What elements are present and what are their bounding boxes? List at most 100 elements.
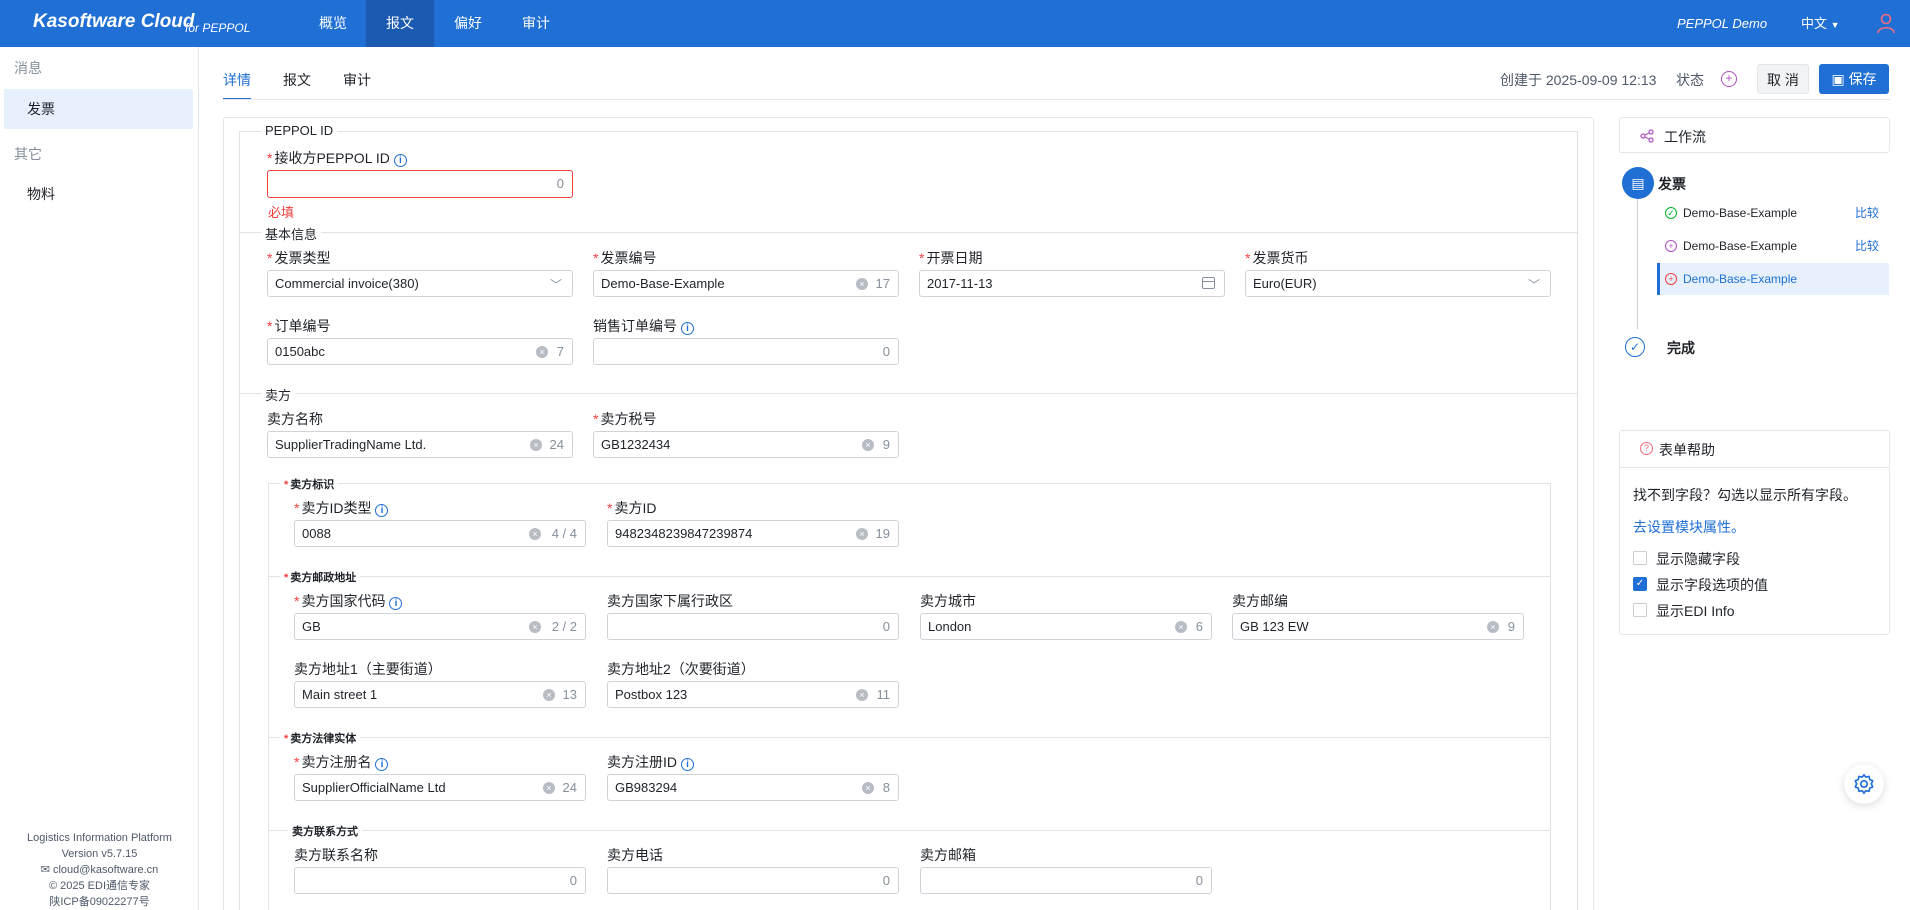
nav-audit[interactable]: 审计 <box>502 0 570 47</box>
seller-id-label: * 卖方ID <box>607 500 657 516</box>
clear-icon[interactable]: × <box>529 528 541 540</box>
city-label: 卖方城市 <box>920 593 976 609</box>
show-edi-info-checkbox[interactable] <box>1633 603 1647 617</box>
addr1-label: 卖方地址1（主要街道） <box>294 661 442 677</box>
reg-name-input[interactable]: SupplierOfficialName Ltd × 24 <box>294 774 586 801</box>
sales-order-no-input[interactable]: 0 <box>593 338 899 365</box>
info-icon[interactable]: i <box>393 154 407 167</box>
tab-details[interactable]: 详情 <box>223 70 251 100</box>
contact-name-label: 卖方联系名称 <box>294 847 378 863</box>
seller-id-input[interactable]: 9482348239847239874 × 19 <box>607 520 899 547</box>
clear-icon[interactable]: × <box>543 689 555 701</box>
subgroup-border <box>268 483 269 910</box>
issue-date-picker[interactable]: 2017-11-13 <box>919 270 1225 297</box>
user-icon[interactable] <box>1876 12 1896 34</box>
order-no-input[interactable]: 0150abc × 7 <box>267 338 573 365</box>
sidebar-group-messages: 消息 <box>14 60 42 76</box>
nav-overview[interactable]: 概览 <box>300 0 366 47</box>
seller-id-type-input[interactable]: 0088 × 4 / 4 <box>294 520 586 547</box>
seller-tax-input[interactable]: GB1232434 × 9 <box>593 431 899 458</box>
clear-icon[interactable]: × <box>856 528 868 540</box>
sidebar-item-invoice[interactable]: 发票 <box>4 89 193 129</box>
form-help-panel: ? 表单帮助 找不到字段？勾选以显示所有字段。 去设置模块属性。 显示隐藏字段 … <box>1619 430 1890 635</box>
info-icon[interactable]: i <box>375 504 389 517</box>
addr2-label: 卖方地址2（次要街道） <box>607 661 755 677</box>
workflow-item[interactable]: ✓ Demo-Base-Example 比较 <box>1657 197 1889 229</box>
tenant-name[interactable]: PEPPOL Demo <box>1677 0 1767 47</box>
info-icon[interactable]: i <box>389 597 403 610</box>
help-divider <box>1620 467 1889 468</box>
country-code-input[interactable]: GB × 2 / 2 <box>294 613 586 640</box>
city-input[interactable]: London × 6 <box>920 613 1212 640</box>
info-icon[interactable]: i <box>375 758 389 771</box>
postcode-label: 卖方邮编 <box>1232 593 1288 609</box>
subgroup-border <box>268 483 1550 484</box>
postcode-input[interactable]: GB 123 EW × 9 <box>1232 613 1524 640</box>
cancel-button[interactable]: 取 消 <box>1757 64 1809 94</box>
addr2-input[interactable]: Postbox 123 × 11 <box>607 681 899 708</box>
module-settings-link[interactable]: 去设置模块属性。 <box>1633 517 1745 537</box>
clear-icon[interactable]: × <box>856 278 868 290</box>
status-plus-icon[interactable]: + <box>1721 71 1737 87</box>
language-switch[interactable]: 中文 ▼ <box>1801 0 1840 49</box>
clear-icon[interactable]: × <box>529 621 541 633</box>
workflow-panel: 工作流 <box>1619 117 1890 153</box>
save-button[interactable]: ▣ 保存 <box>1819 64 1889 94</box>
workflow-icon <box>1640 129 1654 143</box>
clear-icon[interactable]: × <box>856 689 868 701</box>
email-label: 卖方邮箱 <box>920 847 976 863</box>
compare-link[interactable]: 比较 <box>1855 197 1879 229</box>
addr1-input[interactable]: Main street 1 × 13 <box>294 681 586 708</box>
nav-preferences[interactable]: 偏好 <box>434 0 502 47</box>
show-hidden-label[interactable]: 显示隐藏字段 <box>1656 549 1740 569</box>
seller-name-input[interactable]: SupplierTradingName Ltd. × 24 <box>267 431 573 458</box>
group-border <box>1577 131 1578 910</box>
clear-icon[interactable]: × <box>543 782 555 794</box>
info-icon[interactable]: i <box>681 322 694 335</box>
reg-id-input[interactable]: GB983294 × 8 <box>607 774 899 801</box>
phone-input[interactable]: 0 <box>607 867 899 894</box>
clear-icon[interactable]: × <box>1175 621 1187 633</box>
settings-button[interactable] <box>1844 764 1884 804</box>
footer-icp[interactable]: 陕ICP备09022277号 <box>0 894 199 910</box>
plus-circle-icon: + <box>1665 240 1677 252</box>
tab-messages[interactable]: 报文 <box>283 70 311 100</box>
show-edi-info-label[interactable]: 显示EDI Info <box>1656 601 1735 621</box>
invoice-type-select[interactable]: Commercial invoice(380) ﹀ <box>267 270 573 297</box>
nav-messages[interactable]: 报文 <box>366 0 434 47</box>
clear-icon[interactable]: × <box>530 439 542 451</box>
subgroup-border <box>268 737 1550 738</box>
email-input[interactable]: 0 <box>920 867 1212 894</box>
show-option-values-checkbox[interactable]: ✓ <box>1633 577 1647 591</box>
show-hidden-checkbox[interactable] <box>1633 551 1647 565</box>
reg-name-label: * 卖方注册名 i <box>294 752 389 772</box>
invoice-no-input[interactable]: Demo-Base-Example × 17 <box>593 270 899 297</box>
question-icon: ? <box>1640 442 1653 455</box>
clear-icon[interactable]: × <box>862 439 874 451</box>
currency-select[interactable]: Euro(EUR) ﹀ <box>1245 270 1551 297</box>
workflow-item[interactable]: + Demo-Base-Example 比较 <box>1657 230 1889 262</box>
save-icon: ▣ <box>1831 71 1845 87</box>
section-seller: 卖方 <box>261 385 296 404</box>
seller-id-type-label: * 卖方ID类型 i <box>294 498 389 518</box>
invoice-type-label: * 发票类型 <box>267 250 331 266</box>
clear-icon[interactable]: × <box>1487 621 1499 633</box>
subdivision-input[interactable]: 0 <box>607 613 899 640</box>
workflow-item-active[interactable]: + Demo-Base-Example <box>1657 263 1889 295</box>
sidebar-item-material[interactable]: 物料 <box>4 174 193 214</box>
mail-icon: ✉ <box>40 864 50 876</box>
receiver-id-input[interactable]: 0 <box>267 170 573 198</box>
compare-link[interactable]: 比较 <box>1855 230 1879 262</box>
country-code-label: * 卖方国家代码 i <box>294 591 403 611</box>
contact-name-input[interactable]: 0 <box>294 867 586 894</box>
clear-icon[interactable]: × <box>536 346 548 358</box>
subdivision-label: 卖方国家下属行政区 <box>607 593 733 609</box>
section-seller-id: * 卖方标识 <box>280 476 339 492</box>
info-icon[interactable]: i <box>681 758 694 771</box>
clear-icon[interactable]: × <box>862 782 874 794</box>
section-basic-info: 基本信息 <box>261 224 322 243</box>
tab-audit[interactable]: 审计 <box>343 70 371 100</box>
issue-date-label: * 开票日期 <box>919 250 983 266</box>
show-option-values-label[interactable]: 显示字段选项的值 <box>1656 575 1768 595</box>
reg-id-label: 卖方注册ID i <box>607 752 694 772</box>
